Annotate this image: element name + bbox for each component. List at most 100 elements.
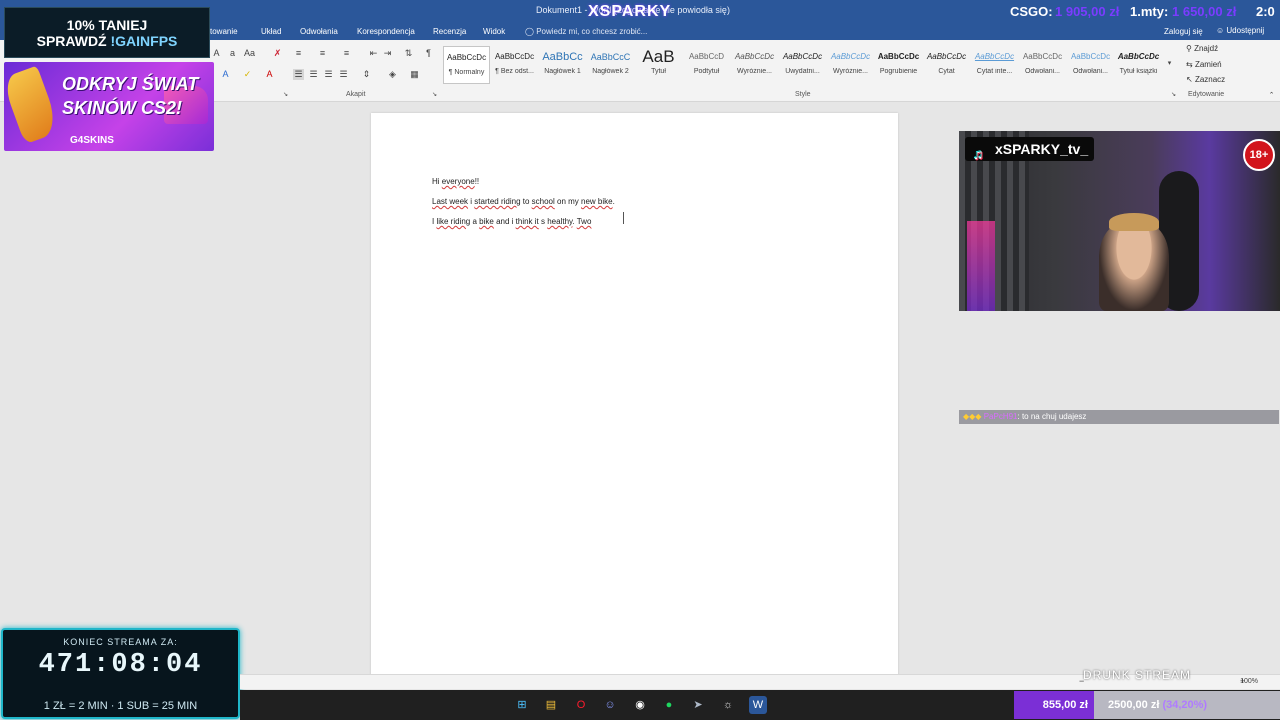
tab-references[interactable]: Odwołania — [300, 27, 338, 36]
csgo-goal-label: CSGO: — [1010, 4, 1053, 19]
text-run: and i — [493, 217, 516, 226]
obs-icon[interactable]: ◉ — [631, 696, 649, 714]
text-effects-icon[interactable]: A — [220, 69, 231, 80]
style-name: Wyróżnie... — [737, 68, 772, 75]
style-subtle-emphasis[interactable]: AaBbCcDc Wyróżnie... — [731, 46, 778, 84]
style-heading-2[interactable]: AaBbCcC Nagłówek 2 — [587, 46, 634, 84]
spotify-icon[interactable]: ● — [660, 696, 678, 714]
text-run: on my — [554, 197, 581, 206]
increase-indent-icon[interactable]: ⇥ — [382, 48, 393, 59]
chat-message: ◆◆◆ PaPcH91: to na chuj udajesz — [959, 410, 1279, 424]
styles-dialog-launcher-icon[interactable]: ↘ — [1168, 90, 1179, 101]
text-run: s — [538, 217, 548, 226]
timer-value: 471:08:04 — [38, 650, 203, 680]
promo-code-line: SPRAWDŹ !GAINFPS — [5, 33, 209, 49]
opera-icon[interactable]: O — [572, 696, 590, 714]
age-rating-badge: 18+ — [1243, 139, 1275, 171]
bullets-icon[interactable]: ≡ — [293, 48, 304, 59]
find-label: Znajdź — [1194, 44, 1219, 53]
font-shrink-icon[interactable]: a — [227, 48, 238, 59]
styles-more-icon[interactable]: ▾ — [1164, 58, 1175, 69]
style-no-spacing[interactable]: AaBbCcDc ¶ Bez odst... — [491, 46, 538, 84]
grammar-flag: Two — [576, 217, 592, 226]
select-button[interactable]: ↖ Zaznacz — [1186, 75, 1225, 84]
font-color-icon[interactable]: A — [264, 69, 275, 80]
group-label-editing: Edytowanie — [1188, 91, 1225, 98]
sort-icon[interactable]: ⇅ — [403, 48, 414, 59]
tab-design[interactable]: ktowanie — [206, 27, 238, 36]
word-icon[interactable]: W — [749, 696, 767, 714]
style-subtle-reference[interactable]: AaBbCcDc Odwołani... — [1019, 46, 1066, 84]
style-name: Podtytuł — [693, 68, 720, 75]
zoom-level[interactable]: 100% — [1240, 678, 1258, 685]
clock: 2:0 — [1256, 4, 1275, 19]
style-name: Cytat — [938, 68, 955, 75]
style-name: Nagłówek 2 — [592, 68, 629, 75]
multilevel-list-icon[interactable]: ≡ — [341, 48, 352, 59]
align-left-icon[interactable]: ☰ — [293, 69, 304, 80]
style-name: Pogrubienie — [879, 68, 918, 75]
style-preview: AaBbCcDc — [1117, 52, 1160, 61]
paragraph-dialog-launcher-icon[interactable]: ↘ — [429, 90, 440, 101]
chrome-icon[interactable]: ☼ — [719, 696, 737, 714]
streamer-hair-graphic — [1109, 213, 1159, 231]
pilcrow-icon[interactable]: ¶ — [423, 48, 434, 59]
justify-icon[interactable]: ☰ — [338, 69, 349, 80]
style-emphasis[interactable]: AaBbCcDc Uwydatni... — [779, 46, 826, 84]
tab-view[interactable]: Widok — [483, 27, 505, 36]
sign-in-link[interactable]: Zaloguj się — [1164, 27, 1203, 36]
tab-layout[interactable]: Układ — [261, 27, 281, 36]
shading-icon[interactable]: ◈ — [387, 69, 398, 80]
style-preview: AaBbCcDc — [974, 52, 1015, 61]
streamer-graphic — [1099, 221, 1169, 311]
align-right-icon[interactable]: ☰ — [323, 69, 334, 80]
tell-me-placeholder: Powiedz mi, co chcesz zrobić... — [536, 27, 648, 36]
decrease-indent-icon[interactable]: ⇤ — [368, 48, 379, 59]
style-preview: AaBbCcDc — [446, 53, 487, 62]
highlight-icon[interactable]: ✓ — [242, 69, 253, 80]
share-label: Udostępnij — [1226, 26, 1265, 35]
style-intense-emphasis[interactable]: AaBbCcDc Wyróżnie... — [827, 46, 874, 84]
grammar-flag: started riding — [474, 197, 521, 206]
replace-button[interactable]: ⇆ Zamień — [1186, 60, 1222, 69]
line-spacing-icon[interactable]: ⇕ — [361, 69, 372, 80]
style-subtitle[interactable]: AaBbCcD Podtytuł — [683, 46, 730, 84]
font-grow-icon[interactable]: A — [211, 48, 222, 59]
collapse-ribbon-icon[interactable]: ⌃ — [1266, 90, 1277, 101]
discord-icon[interactable]: ☺ — [601, 696, 619, 714]
style-preview: AaBbCcDc — [1022, 52, 1063, 61]
style-preview: AaBbCcD — [688, 52, 725, 61]
style-heading-1[interactable]: AaBbCc Nagłówek 1 — [539, 46, 586, 84]
tell-me-search[interactable]: ◯ Powiedz mi, co chcesz zrobić... — [525, 27, 647, 36]
find-button[interactable]: ⚲ Znajdź — [1186, 44, 1218, 53]
style-preview: AaBbCcDc — [1070, 52, 1111, 61]
tab-mailings[interactable]: Korespondencja — [357, 27, 415, 36]
style-quote[interactable]: AaBbCcDc Cytat — [923, 46, 970, 84]
top-donor-label: 1.mty: — [1130, 4, 1169, 19]
style-intense-reference[interactable]: AaBbCcDc Odwołani... — [1067, 46, 1114, 84]
tiktok-handle: xSPARKY_tv_ — [995, 141, 1089, 157]
folder-icon[interactable]: ▤ — [542, 696, 560, 714]
clear-format-icon[interactable]: ✗ — [272, 48, 283, 59]
style-book-title[interactable]: AaBbCcDc Tytuł książki — [1115, 46, 1162, 84]
align-center-icon[interactable]: ☰ — [308, 69, 319, 80]
borders-icon[interactable]: ▦ — [409, 69, 420, 80]
font-dialog-launcher-icon[interactable]: ↘ — [280, 90, 291, 101]
share-button[interactable]: ☺ Udostępnij — [1212, 24, 1268, 37]
chat-username: PaPcH91 — [983, 412, 1018, 421]
document-line-1: Hi everyone!! — [432, 177, 479, 186]
change-case-icon[interactable]: Aa — [244, 48, 255, 59]
pc-lights-graphic — [967, 221, 995, 311]
steam-icon[interactable]: ➤ — [689, 696, 707, 714]
lightbulb-icon: ◯ — [525, 27, 534, 36]
windows-icon[interactable]: ⊞ — [513, 696, 531, 714]
style-title[interactable]: AaB Tytuł — [635, 46, 682, 84]
tab-review[interactable]: Recenzja — [433, 27, 466, 36]
style-strong[interactable]: AaBbCcDc Pogrubienie — [875, 46, 922, 84]
replace-label: Zamień — [1194, 60, 1222, 69]
numbering-icon[interactable]: ≡ — [317, 48, 328, 59]
document-page[interactable]: Hi everyone!! Last week i started riding… — [371, 113, 898, 678]
style-intense-quote[interactable]: AaBbCcDc Cytat inte... — [971, 46, 1018, 84]
style-normal[interactable]: AaBbCcDc ¶ Normalny — [443, 46, 490, 84]
document-line-2: Last week i started riding to school on … — [432, 197, 615, 206]
